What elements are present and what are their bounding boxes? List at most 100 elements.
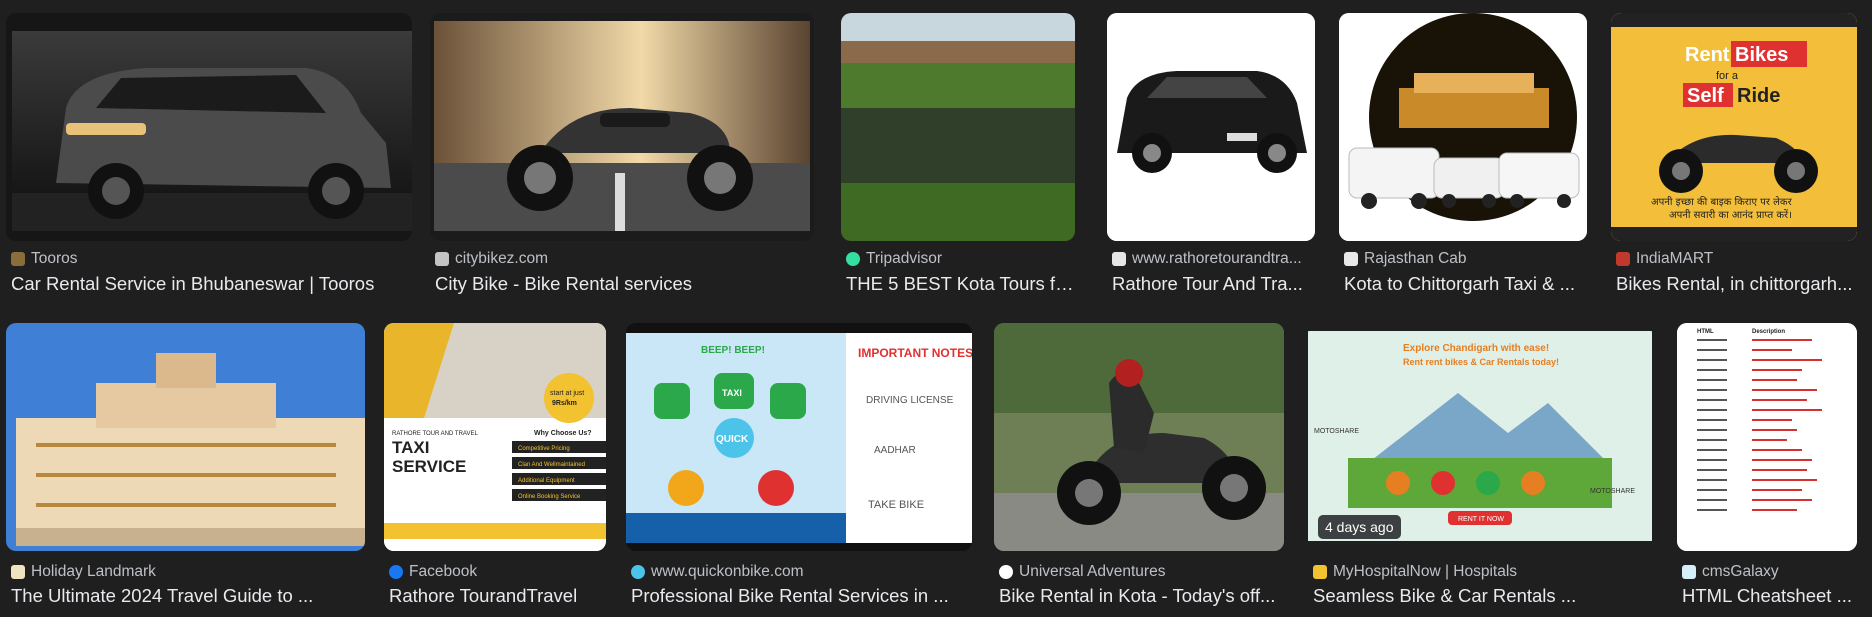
result-card-quickonbike[interactable]: BEEP! BEEP! IMPORTANT NOTES TAXI QUICK D…	[626, 323, 972, 613]
result-title[interactable]: Rathore Tour And Tra...	[1112, 273, 1316, 295]
result-source-label: Rajasthan Cab	[1364, 250, 1467, 267]
result-image-quickonbike-poster[interactable]: BEEP! BEEP! IMPORTANT NOTES TAXI QUICK D…	[626, 323, 972, 551]
poster-ride-text: Ride	[1737, 85, 1780, 107]
poster-taxi-label: TAXI	[722, 388, 742, 398]
result-card-facebook[interactable]: start at just 9Rs/km RATHORE TOUR AND TR…	[384, 323, 606, 613]
result-image-motorbike[interactable]	[430, 13, 814, 241]
result-source-label: MyHospitalNow | Hospitals	[1333, 563, 1518, 580]
result-source-label: Universal Adventures	[1019, 563, 1166, 580]
result-image-rider[interactable]	[994, 323, 1284, 551]
poster-price-text: start at just	[550, 390, 584, 397]
result-title[interactable]: Car Rental Service in Bhubaneswar | Toor…	[11, 273, 411, 295]
tripadvisor-owl-icon	[846, 252, 860, 266]
tooros-logo-icon	[11, 252, 25, 266]
poster-company-text: RATHORE TOUR AND TRAVEL	[392, 431, 478, 437]
result-card-rathore-tour[interactable]: www.rathoretourandtra... Rathore Tour An…	[1107, 13, 1315, 303]
result-title[interactable]: Seamless Bike & Car Rentals ...	[1313, 585, 1653, 607]
result-title[interactable]: The Ultimate 2024 Travel Guide to ...	[11, 585, 366, 607]
result-card-citybikez[interactable]: citybikez.com City Bike - Bike Rental se…	[430, 13, 814, 303]
result-source: IndiaMART	[1616, 250, 1713, 268]
result-image-black-suv[interactable]	[1107, 13, 1315, 241]
result-card-indiamart[interactable]: Rent Bikes for a Self Ride अपनी इच्छा की…	[1611, 13, 1857, 303]
poster-hindi-line2: अपनी सवारी का आनंद प्राप्त करें।	[1669, 209, 1792, 221]
poster-feature-2: Clan And Wellmaintained	[518, 462, 585, 468]
poster-rent-text: Rent	[1685, 44, 1730, 66]
poster-price-value: 9Rs/km	[552, 400, 577, 407]
result-card-universal-adventures[interactable]: Universal Adventures Bike Rental in Kota…	[994, 323, 1284, 613]
result-title[interactable]: City Bike - Bike Rental services	[435, 273, 815, 295]
result-title[interactable]: Professional Bike Rental Services in ...	[631, 585, 973, 607]
holiday-landmark-logo-icon	[11, 565, 25, 579]
result-source: Tripadvisor	[846, 250, 942, 268]
result-card-rajasthan-cab[interactable]: Rajasthan Cab Kota to Chittorgarh Taxi &…	[1339, 13, 1587, 303]
result-source: Universal Adventures	[999, 563, 1165, 581]
result-source-label: Tripadvisor	[866, 250, 943, 267]
result-source: Rajasthan Cab	[1344, 250, 1467, 268]
rajasthan-cab-logo-icon	[1344, 252, 1358, 266]
quickonbike-logo-icon	[631, 565, 645, 579]
result-title[interactable]: Rathore TourandTravel	[389, 585, 609, 607]
result-image-car[interactable]	[6, 13, 412, 241]
result-source-label: cmsGalaxy	[1702, 563, 1779, 580]
myhospitalnow-logo-icon	[1313, 565, 1327, 579]
result-source: www.quickonbike.com	[631, 563, 803, 581]
poster-for-a-text: for a	[1716, 70, 1739, 82]
result-source-label: Facebook	[409, 563, 478, 580]
poster-brand-left: MOTOSHARE	[1314, 428, 1359, 435]
poster-feature-4: Online Booking Service	[518, 494, 581, 500]
result-source: citybikez.com	[435, 250, 548, 268]
result-source-label: IndiaMART	[1636, 250, 1714, 267]
result-source-label: citybikez.com	[455, 250, 549, 267]
poster-taxi-text: TAXI	[392, 438, 429, 457]
result-source: Tooros	[11, 250, 78, 268]
result-title[interactable]: Bike Rental in Kota - Today's off...	[999, 585, 1285, 607]
result-title[interactable]: HTML Cheatsheet ...	[1682, 585, 1860, 607]
universal-adventures-logo-icon	[999, 565, 1013, 579]
result-source-label: Tooros	[31, 250, 78, 267]
result-card-tooros[interactable]: Tooros Car Rental Service in Bhubaneswar…	[6, 13, 412, 303]
result-image-taxi-fleet[interactable]	[1339, 13, 1587, 241]
cmsgalaxy-logo-icon	[1682, 565, 1696, 579]
poster-why-text: Why Choose Us?	[534, 430, 592, 437]
indiamart-logo-icon	[1616, 252, 1630, 266]
result-source: cmsGalaxy	[1682, 563, 1779, 581]
result-card-holiday-landmark[interactable]: Holiday Landmark The Ultimate 2024 Trave…	[6, 323, 365, 613]
result-title[interactable]: Bikes Rental, in chittorgarh...	[1616, 273, 1860, 295]
result-image-cliff-lake[interactable]	[841, 13, 1075, 241]
result-card-tripadvisor[interactable]: Tripadvisor THE 5 BEST Kota Tours fo...	[841, 13, 1076, 303]
cheatsheet-col1: HTML	[1697, 329, 1714, 335]
result-card-cmsgalaxy[interactable]: HTML Description cmsGalaxy HTML Cheatshe…	[1677, 323, 1857, 613]
result-source-label: www.quickonbike.com	[651, 563, 804, 580]
result-source-label: Holiday Landmark	[31, 563, 156, 580]
poster-note-license: DRIVING LICENSE	[866, 395, 954, 406]
poster-service-text: SERVICE	[392, 457, 466, 476]
poster-cta: RENT IT NOW	[1458, 516, 1504, 523]
result-source: www.rathoretourandtra...	[1112, 250, 1302, 268]
poster-bikes-text: Bikes	[1735, 44, 1788, 66]
poster-feature-1: Competitive Pricing	[518, 446, 570, 452]
result-source: MyHospitalNow | Hospitals	[1313, 563, 1517, 581]
poster-note-aadhar: AADHAR	[874, 445, 916, 456]
poster-note-take-bike: TAKE BIKE	[868, 499, 924, 511]
result-image-rent-bikes-poster[interactable]: Rent Bikes for a Self Ride अपनी इच्छा की…	[1611, 13, 1857, 241]
result-image-html-cheatsheet[interactable]: HTML Description	[1677, 323, 1857, 551]
poster-feature-3: Additional Equipment	[518, 478, 575, 484]
recency-badge: 4 days ago	[1318, 515, 1401, 539]
poster-headline-1: Explore Chandigarh with ease!	[1403, 343, 1549, 354]
poster-notes-title: IMPORTANT NOTES	[858, 346, 972, 360]
result-title[interactable]: Kota to Chittorgarh Taxi & ...	[1344, 273, 1588, 295]
poster-brand-text: QUICK	[716, 434, 749, 445]
facebook-icon	[389, 565, 403, 579]
result-image-taxi-service-poster[interactable]: start at just 9Rs/km RATHORE TOUR AND TR…	[384, 323, 606, 551]
poster-hindi-line1: अपनी इच्छा की बाइक किराए पर लेकर	[1651, 196, 1793, 208]
result-source: Holiday Landmark	[11, 563, 156, 581]
poster-beep-text: BEEP! BEEP!	[701, 345, 765, 356]
poster-headline-2: Rent rent bikes & Car Rentals today!	[1403, 357, 1559, 367]
rathore-logo-icon	[1112, 252, 1126, 266]
result-image-palace[interactable]	[6, 323, 365, 551]
result-card-myhospitalnow[interactable]: Explore Chandigarh with ease! Rent rent …	[1308, 323, 1652, 613]
citybikez-logo-icon	[435, 252, 449, 266]
poster-self-text: Self	[1687, 85, 1724, 107]
result-image-motoshare-poster[interactable]: Explore Chandigarh with ease! Rent rent …	[1308, 323, 1652, 551]
result-title[interactable]: THE 5 BEST Kota Tours fo...	[846, 273, 1076, 295]
